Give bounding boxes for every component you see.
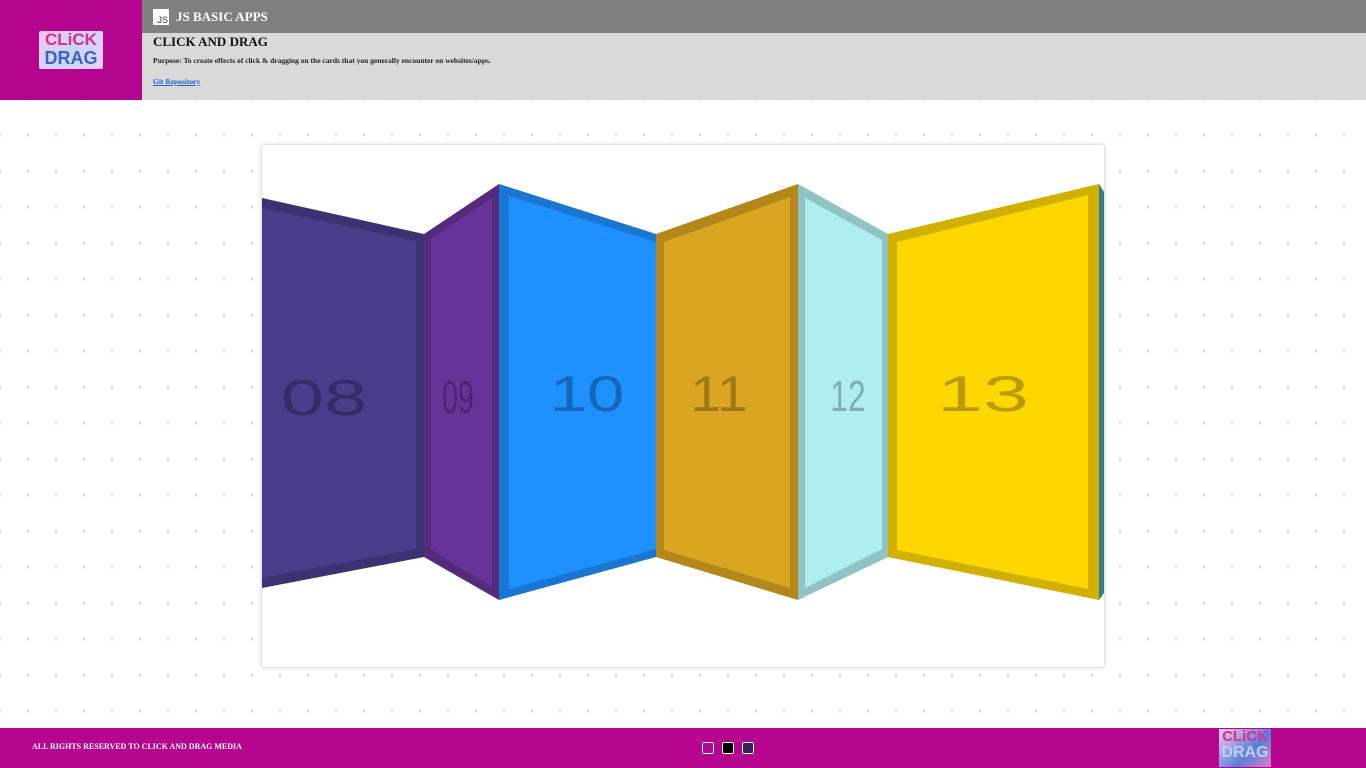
card-13-label: 13	[937, 366, 1029, 422]
card-carousel[interactable]: 08 09 10 11 12 13	[262, 145, 1104, 667]
app-name: JS BASIC APPS	[176, 8, 268, 24]
purpose-text: Purpose: To create effects of click & dr…	[153, 56, 491, 65]
logo-line2: DRAG	[44, 48, 98, 68]
footer: ALL RIGHTS RESERVED TO CLICK AND DRAG ME…	[0, 728, 1366, 768]
magenta-theme-button[interactable]	[702, 742, 714, 754]
git-repository-link[interactable]: Git Repository	[153, 77, 200, 86]
top-bar: JS JS BASIC APPS	[142, 0, 1366, 33]
card-08-label: 08	[281, 370, 367, 426]
app-info-bar: CLICK AND DRAG Purpose: To create effect…	[142, 33, 1366, 100]
card-10[interactable]: 10	[499, 184, 656, 600]
card-09-label: 09	[442, 372, 474, 424]
card-12-label: 12	[830, 372, 865, 421]
app-logo[interactable]: CLiCK DRAG	[39, 31, 103, 69]
card-10-label: 10	[549, 366, 624, 422]
card-11-label: 11	[690, 366, 747, 422]
footer-logo[interactable]: CLiCK DRAG	[1219, 729, 1271, 767]
app-logo-container: CLiCK DRAG	[0, 0, 142, 100]
card-12[interactable]: 12	[798, 184, 888, 600]
black-theme-button[interactable]	[722, 742, 734, 754]
card-08[interactable]: 08	[262, 198, 424, 588]
copyright-text: ALL RIGHTS RESERVED TO CLICK AND DRAG ME…	[32, 742, 242, 751]
card-11[interactable]: 11	[656, 184, 798, 600]
cards-svg[interactable]: 08 09 10 11 12 13	[262, 145, 1104, 667]
js-badge-text: JS	[157, 14, 168, 25]
purple-theme-button[interactable]	[742, 742, 754, 754]
card-13[interactable]: 13	[888, 184, 1099, 600]
js-icon: JS	[153, 8, 169, 25]
footer-logo-line1: CLiCK	[1222, 729, 1268, 745]
next-card-edge	[1099, 184, 1104, 600]
footer-logo-line2: DRAG	[1221, 744, 1269, 761]
card-09[interactable]: 09	[424, 184, 499, 600]
theme-switcher	[702, 742, 754, 754]
page-title: CLICK AND DRAG	[153, 34, 268, 49]
